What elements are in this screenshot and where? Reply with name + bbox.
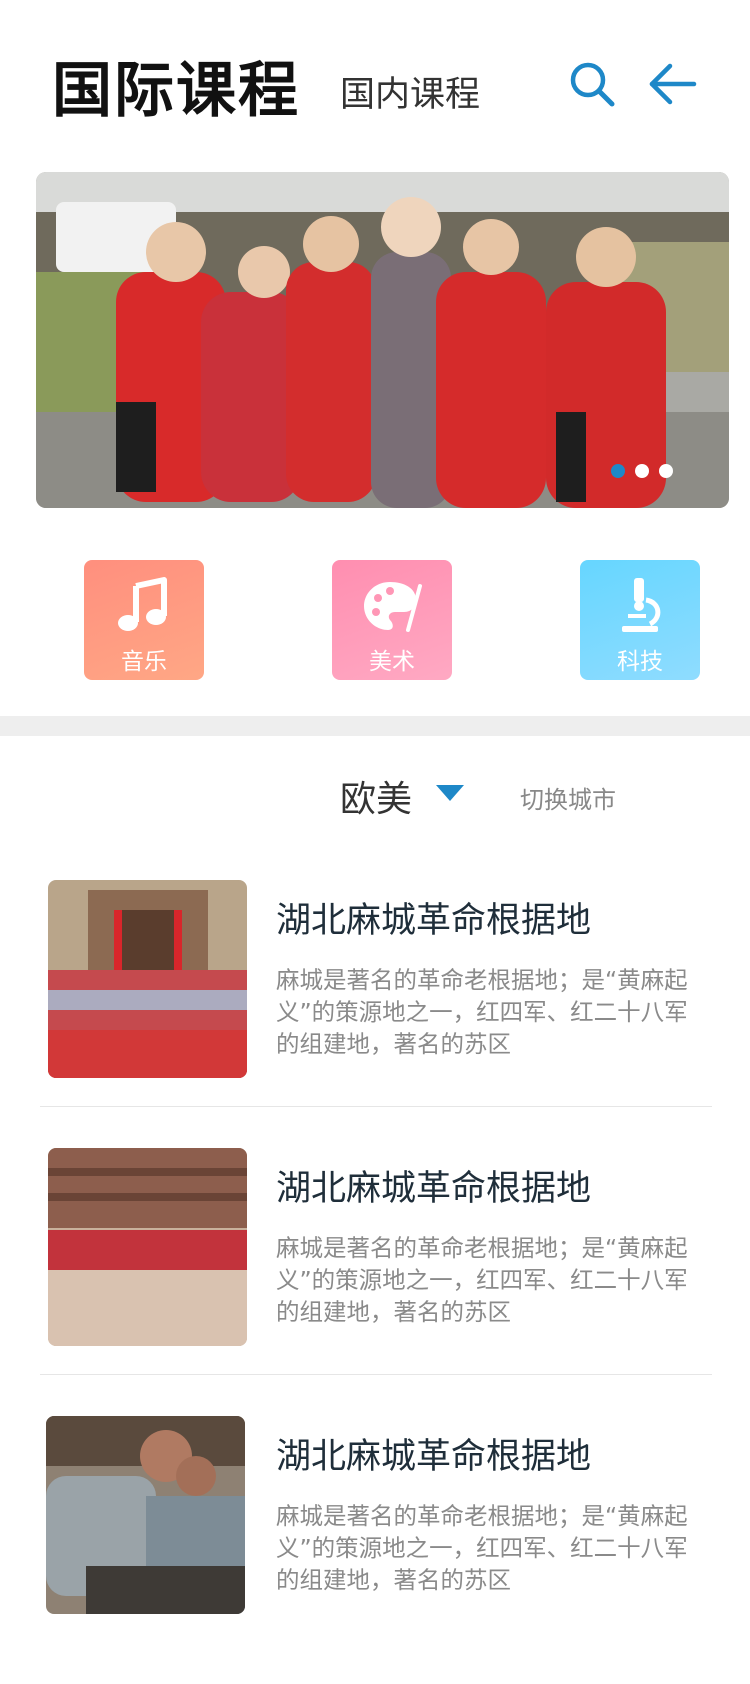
tab-domestic-courses[interactable]: 国内课程: [340, 66, 480, 117]
course-description: 麻城是著名的革命老根据地；是“黄麻起义”的策源地之一，红四军、红二十八军的组建地…: [276, 966, 688, 1058]
region-selector[interactable]: 欧美: [340, 770, 412, 822]
course-title: 湖北麻城革命根据地: [276, 901, 592, 941]
carousel-dot[interactable]: [635, 464, 649, 478]
category-label: 音乐: [121, 649, 167, 675]
course-list-item[interactable]: 湖北麻城革命根据地 麻城是著名的革命老根据地；是“黄麻起义”的策源地之一，红四军…: [40, 1416, 712, 1684]
course-list-item[interactable]: 湖北麻城革命根据地 麻城是著名的革命老根据地；是“黄麻起义”的策源地之一，红四军…: [40, 880, 712, 1148]
course-description: 麻城是著名的革命老根据地；是“黄麻起义”的策源地之一，红四军、红二十八军的组建地…: [276, 1234, 688, 1326]
carousel-dot-active[interactable]: [611, 464, 625, 478]
music-note-icon: [114, 576, 174, 636]
banner-photo: [36, 172, 729, 508]
search-icon[interactable]: [566, 58, 618, 110]
course-thumbnail: [46, 1416, 245, 1614]
category-tech-button[interactable]: 科技: [580, 560, 700, 680]
banner-carousel[interactable]: [36, 172, 729, 508]
arrow-left-icon[interactable]: [646, 58, 698, 110]
course-list-item[interactable]: 湖北麻城革命根据地 麻城是著名的革命老根据地；是“黄麻起义”的策源地之一，红四军…: [40, 1148, 712, 1416]
top-bar: 国际课程 国内课程: [0, 0, 750, 160]
tab-international-courses[interactable]: 国际课程: [52, 42, 300, 129]
list-divider: [40, 1374, 712, 1375]
course-title: 湖北麻城革命根据地: [276, 1437, 592, 1477]
course-title: 湖北麻城革命根据地: [276, 1169, 592, 1209]
carousel-indicators: [611, 464, 673, 478]
course-description: 麻城是著名的革命老根据地；是“黄麻起义”的策源地之一，红四军、红二十八军的组建地…: [276, 1502, 688, 1594]
section-divider: [0, 716, 750, 736]
category-art-button[interactable]: 美术: [332, 560, 452, 680]
course-thumbnail: [48, 1148, 247, 1346]
category-label: 美术: [369, 649, 415, 675]
caret-down-icon[interactable]: [434, 782, 466, 804]
microscope-icon: [610, 576, 670, 636]
list-divider: [40, 1106, 712, 1107]
carousel-dot[interactable]: [659, 464, 673, 478]
course-thumbnail: [48, 880, 247, 1078]
category-label: 科技: [617, 649, 663, 675]
category-music-button[interactable]: 音乐: [84, 560, 204, 680]
palette-icon: [362, 576, 422, 636]
switch-city-link[interactable]: 切换城市: [520, 780, 616, 815]
